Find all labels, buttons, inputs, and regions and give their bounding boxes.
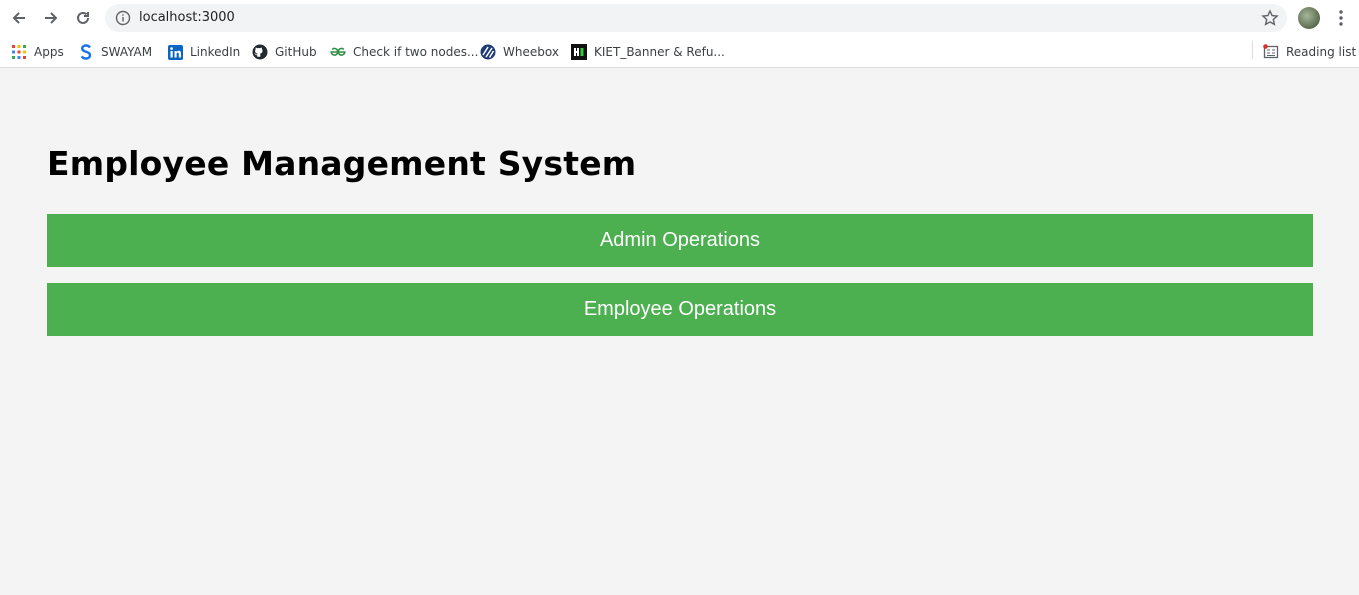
bookmarks-divider (1252, 41, 1253, 59)
page-title: Employee Management System (47, 144, 637, 183)
bookmark-apps[interactable]: Apps (11, 42, 64, 62)
bookmarks-bar: Apps SWAYAM LinkedIn GitHub Check if two… (0, 36, 1359, 68)
kiet-icon (571, 44, 587, 60)
bookmark-gfg[interactable]: Check if two nodes... (330, 42, 478, 62)
employee-operations-button[interactable]: Employee Operations (47, 283, 1313, 336)
bookmark-label: LinkedIn (190, 45, 241, 59)
bookmark-label: Check if two nodes... (353, 45, 479, 59)
menu-kebab-icon[interactable] (1333, 8, 1349, 28)
bookmark-github[interactable]: GitHub (252, 42, 317, 62)
bookmark-swayam[interactable]: SWAYAM (78, 42, 152, 62)
github-icon (252, 44, 268, 60)
bookmark-label: KIET_Banner & Refu... (594, 45, 725, 59)
bookmark-wheebox[interactable]: Wheebox (480, 42, 559, 62)
wheebox-icon (480, 44, 496, 60)
site-info-icon[interactable] (115, 10, 131, 26)
address-bar[interactable]: localhost:3000 (105, 4, 1287, 32)
bookmark-kiet[interactable]: KIET_Banner & Refu... (571, 42, 725, 62)
apps-grid-icon (11, 44, 27, 60)
reload-icon[interactable] (71, 6, 95, 30)
reading-list-button[interactable]: Reading list (1263, 42, 1356, 62)
reading-list-icon (1263, 44, 1279, 60)
geeksforgeeks-icon (330, 44, 346, 60)
reading-list-label: Reading list (1286, 45, 1357, 59)
bookmark-label: Wheebox (503, 45, 559, 59)
linkedin-icon (167, 44, 183, 60)
admin-operations-button[interactable]: Admin Operations (47, 214, 1313, 267)
bookmark-label: GitHub (275, 45, 317, 59)
bookmark-linkedin[interactable]: LinkedIn (167, 42, 240, 62)
profile-avatar[interactable] (1298, 7, 1320, 29)
back-icon[interactable] (7, 6, 31, 30)
bookmark-star-icon[interactable] (1261, 9, 1279, 27)
bookmark-label: SWAYAM (101, 45, 153, 59)
forward-icon[interactable] (39, 6, 63, 30)
browser-toolbar: localhost:3000 (0, 0, 1359, 36)
url-text: localhost:3000 (139, 10, 235, 25)
swayam-icon (78, 44, 94, 60)
bookmark-label: Apps (34, 45, 64, 59)
